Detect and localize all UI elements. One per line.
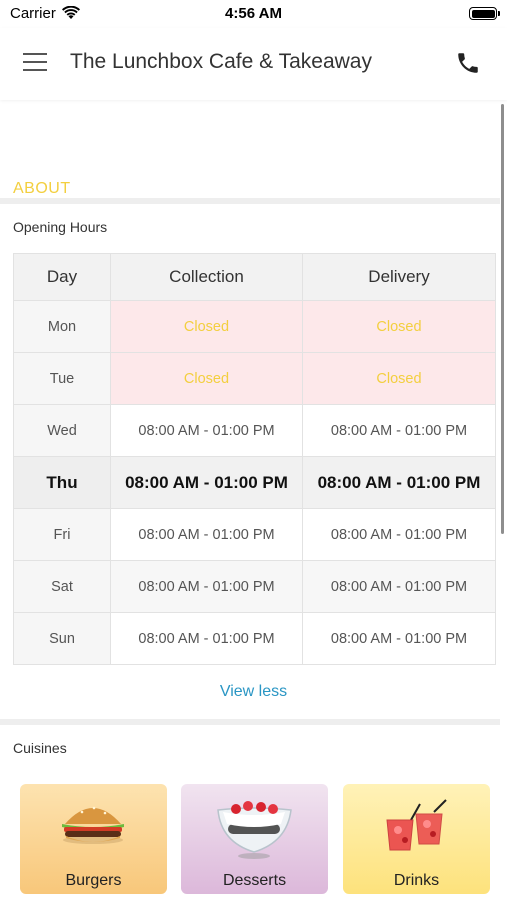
delivery-hours-cell: 08:00 AM - 01:00 PM: [302, 404, 496, 457]
collection-hours-cell: Closed: [110, 300, 303, 353]
table-row-thu: Thu 08:00 AM - 01:00 PM 08:00 AM - 01:00…: [13, 456, 496, 509]
delivery-hours-cell: 08:00 AM - 01:00 PM: [302, 560, 496, 613]
table-row-mon: Mon Closed Closed: [13, 300, 496, 353]
column-header-delivery: Delivery: [302, 253, 496, 301]
delivery-hours-cell: 08:00 AM - 01:00 PM: [302, 508, 496, 561]
section-divider: [0, 719, 500, 725]
delivery-hours-cell: Closed: [302, 352, 496, 405]
collection-hours-cell: Closed: [110, 352, 303, 405]
table-row-sun: Sun 08:00 AM - 01:00 PM 08:00 AM - 01:00…: [13, 612, 496, 665]
day-cell: Wed: [13, 404, 111, 457]
column-header-day: Day: [13, 253, 111, 301]
column-header-collection: Collection: [110, 253, 303, 301]
table-row-sat: Sat 08:00 AM - 01:00 PM 08:00 AM - 01:00…: [13, 560, 496, 613]
section-divider: [0, 198, 500, 204]
delivery-hours-cell: 08:00 AM - 01:00 PM: [302, 456, 496, 509]
cuisine-card-drinks[interactable]: Drinks: [343, 784, 490, 894]
scrollbar[interactable]: [501, 104, 504, 534]
delivery-hours-cell: Closed: [302, 300, 496, 353]
battery-icon: [469, 7, 500, 20]
phone-icon[interactable]: [455, 50, 481, 76]
clock: 4:56 AM: [225, 5, 282, 22]
collection-hours-cell: 08:00 AM - 01:00 PM: [110, 404, 303, 457]
cuisine-label: Drinks: [393, 872, 440, 889]
view-less-link[interactable]: View less: [0, 683, 507, 701]
collection-hours-cell: 08:00 AM - 01:00 PM: [110, 508, 303, 561]
table-row-tue: Tue Closed Closed: [13, 352, 496, 405]
app-header: The Lunchbox Cafe & Takeaway: [0, 28, 507, 100]
collection-hours-cell: 08:00 AM - 01:00 PM: [110, 456, 303, 509]
collection-hours-cell: 08:00 AM - 01:00 PM: [110, 612, 303, 665]
opening-hours-title: Opening Hours: [13, 219, 108, 235]
day-cell: Mon: [13, 300, 111, 353]
day-cell: Sun: [13, 612, 111, 665]
cuisine-card-burgers[interactable]: Burgers: [20, 784, 167, 894]
day-cell: Tue: [13, 352, 111, 405]
cuisine-label: Burgers: [65, 872, 122, 889]
cuisine-label: Desserts: [222, 872, 287, 889]
day-cell: Sat: [13, 560, 111, 613]
table-row-wed: Wed 08:00 AM - 01:00 PM 08:00 AM - 01:00…: [13, 404, 496, 457]
day-cell: Fri: [13, 508, 111, 561]
table-row-fri: Fri 08:00 AM - 01:00 PM 08:00 AM - 01:00…: [13, 508, 496, 561]
cuisines-title: Cuisines: [13, 740, 67, 756]
opening-hours-table: Day Collection Delivery Mon Closed Close…: [13, 253, 496, 665]
cuisine-card-desserts[interactable]: Desserts: [181, 784, 328, 894]
page-title: The Lunchbox Cafe & Takeaway: [70, 50, 372, 73]
hamburger-menu-icon[interactable]: [23, 53, 47, 71]
day-cell: Thu: [13, 456, 111, 509]
delivery-hours-cell: 08:00 AM - 01:00 PM: [302, 612, 496, 665]
status-bar: Carrier 4:56 AM: [0, 0, 507, 28]
about-section-label: ABOUT: [13, 180, 71, 197]
collection-hours-cell: 08:00 AM - 01:00 PM: [110, 560, 303, 613]
table-header-row: Day Collection Delivery: [13, 253, 496, 301]
